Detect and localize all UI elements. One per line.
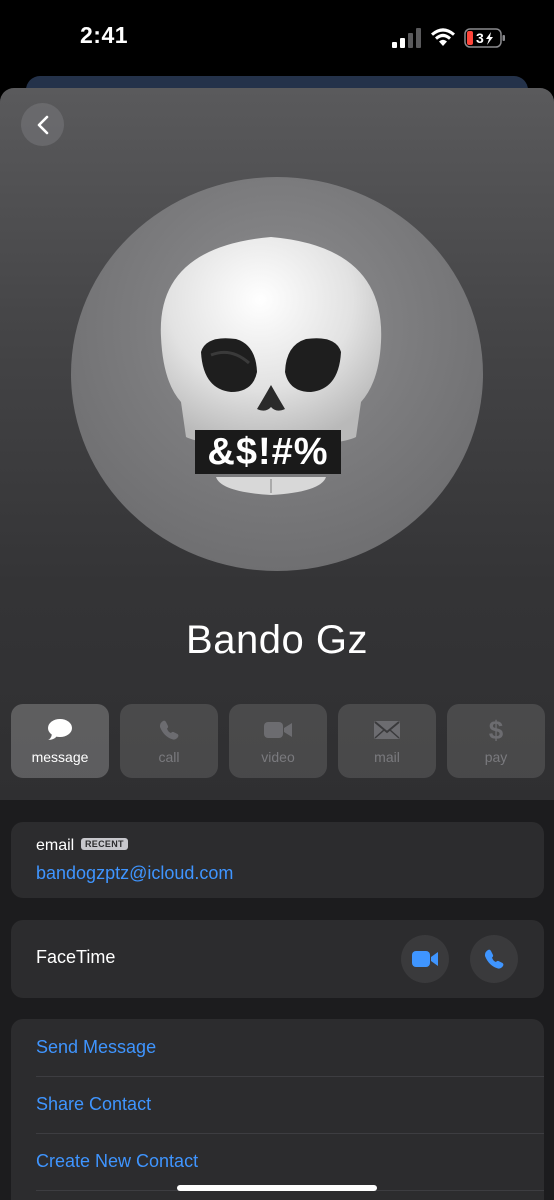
facetime-video-button[interactable] [401, 935, 449, 983]
skull-memoji-icon [160, 237, 382, 495]
message-button[interactable]: message [11, 704, 109, 778]
video-camera-icon [264, 722, 292, 738]
battery-icon: 3 [464, 28, 505, 48]
video-button[interactable]: video [229, 704, 327, 778]
pay-label: pay [484, 749, 508, 765]
dollar-icon: $ [489, 716, 504, 744]
phone-icon [484, 949, 504, 969]
message-label: message [31, 749, 89, 765]
status-bar: 2:41 3 [0, 0, 554, 78]
svg-text:$: $ [489, 716, 504, 744]
memoji-caption: &$!#% [195, 430, 341, 474]
send-message-link[interactable]: Send Message [36, 1019, 544, 1076]
video-camera-icon [412, 951, 438, 967]
mail-button[interactable]: mail [338, 704, 436, 778]
chevron-left-icon [37, 115, 48, 134]
message-bubble-icon [48, 719, 72, 740]
home-indicator[interactable] [177, 1185, 377, 1191]
recent-badge: RECENT [81, 838, 128, 850]
cellular-signal-icon [392, 28, 421, 48]
pay-button[interactable]: $ pay [447, 704, 545, 778]
call-label: call [158, 749, 180, 765]
create-new-contact-link[interactable]: Create New Contact [36, 1133, 544, 1190]
contact-sheet: &$!#% Bando Gz message call video mail $… [0, 88, 554, 1200]
mail-label: mail [374, 749, 400, 765]
email-card: email RECENT bandogzptz@icloud.com [11, 822, 544, 898]
contact-avatar[interactable]: &$!#% [71, 177, 483, 571]
quick-actions: message call video mail $ pay [11, 704, 545, 778]
contact-name: Bando Gz [186, 618, 368, 662]
wifi-icon [431, 28, 455, 46]
email-label: email [36, 837, 75, 854]
video-label: video [261, 749, 295, 765]
battery-level: 3 [476, 30, 484, 46]
facetime-audio-button[interactable] [470, 935, 518, 983]
envelope-icon [374, 721, 400, 739]
contact-actions-card: Send Message Share Contact Create New Co… [11, 1019, 544, 1200]
facetime-card: FaceTime [11, 920, 544, 998]
share-contact-link[interactable]: Share Contact [36, 1076, 544, 1133]
email-address-link[interactable]: bandogzptz@icloud.com [36, 863, 233, 884]
facetime-label: FaceTime [36, 947, 116, 967]
status-time: 2:41 [80, 22, 129, 48]
back-button[interactable] [21, 103, 64, 146]
call-button[interactable]: call [120, 704, 218, 778]
phone-icon [159, 720, 179, 740]
